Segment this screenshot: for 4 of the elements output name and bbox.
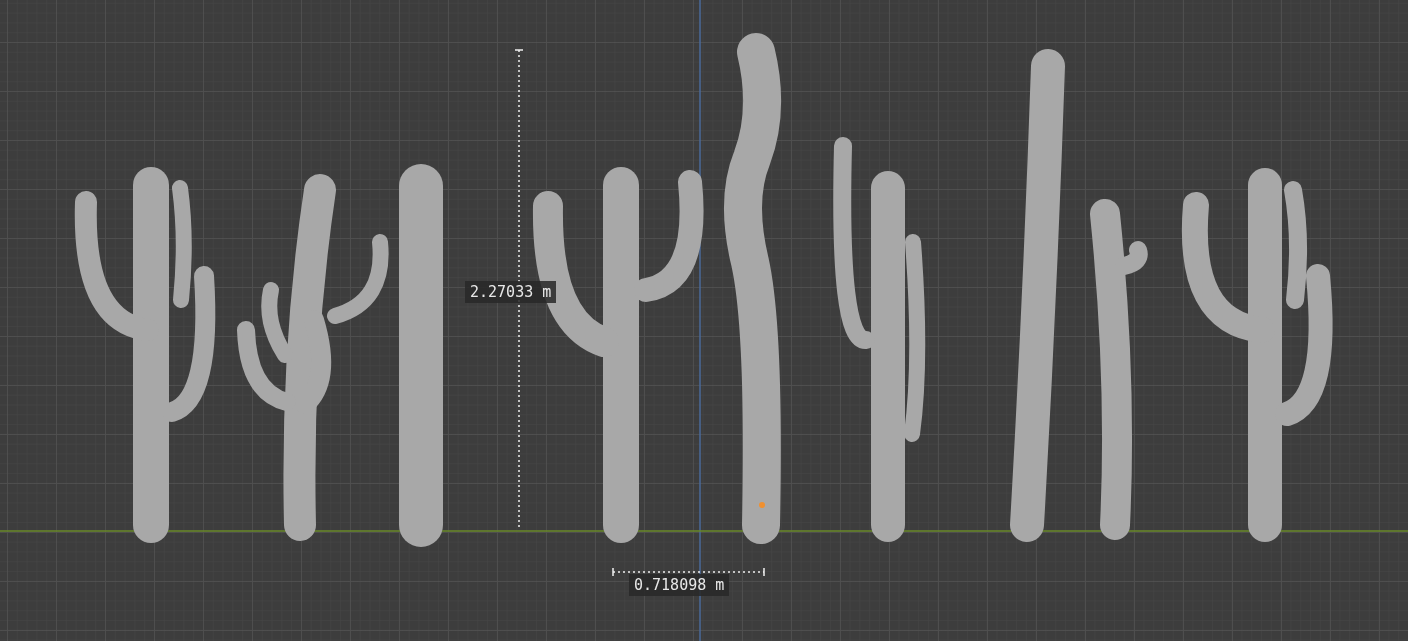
measurement-label: 0.718098 m bbox=[629, 574, 730, 596]
3d-viewport[interactable]: 2.27033 m 0.718098 m bbox=[0, 0, 1408, 641]
origin-point-icon bbox=[759, 502, 765, 508]
measurement-label: 2.27033 m bbox=[465, 281, 557, 303]
